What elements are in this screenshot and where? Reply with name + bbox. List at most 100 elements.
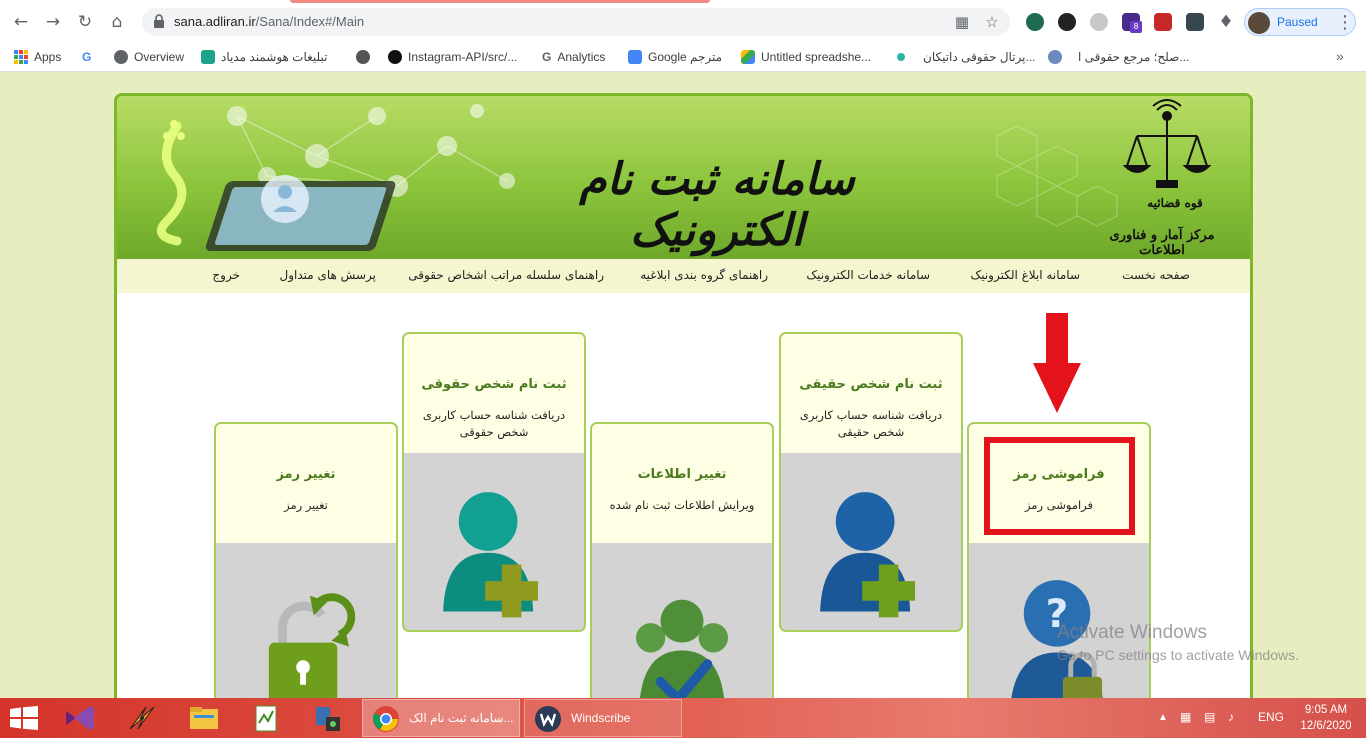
address-bar[interactable]: sana.adliran.ir/Sana/Index#/Main ▦ ☆: [142, 8, 1010, 36]
scales-icon: [1048, 50, 1062, 64]
bookmark-apps[interactable]: Apps: [14, 47, 61, 67]
nav-legal-hierarchy-guide[interactable]: راهنمای سلسله مراتب اشخاص حقوقی: [408, 268, 604, 282]
card-description: دریافت شناسه حساب کاربری شخص حقوقی: [422, 408, 566, 439]
main-nav: صفحه نخست سامانه ابلاغ الکترونیک سامانه …: [117, 259, 1250, 293]
bookmark-google[interactable]: G: [82, 47, 91, 67]
card-change-password[interactable]: تغییر رمز تغییر رمز: [214, 422, 398, 698]
url-host: sana.adliran.ir: [174, 14, 256, 29]
card-description: تغییر رمز: [284, 498, 328, 512]
bookmark-overview[interactable]: Overview: [114, 47, 184, 67]
clock-time: 9:05 AM: [1304, 704, 1348, 716]
card-description: ویرایش اطلاعات ثبت نام شده: [609, 498, 755, 512]
extension-grey-icon[interactable]: [1090, 13, 1108, 31]
card-legal-person-registration[interactable]: ثبت نام شخص حقوقی دریافت شناسه حساب کارب…: [402, 332, 586, 632]
seal-center-text: مرکز آمار و فناوری اطلاعات: [1109, 228, 1215, 258]
bookmark-analytics[interactable]: G Analytics: [542, 47, 605, 67]
windscribe-icon: [535, 706, 561, 732]
add-user-blue-icon: [820, 492, 916, 618]
extension-black-icon[interactable]: [1058, 13, 1076, 31]
bookmark-instagram-api[interactable]: Instagram-API/src/...: [388, 47, 517, 67]
bookmark-solh[interactable]: صلح؛ مرجع حقوقی ا...: [1048, 47, 1189, 67]
nav-faq[interactable]: پرسش های متداول: [279, 268, 376, 282]
bookmarks-bar: Apps G Overview تبلیغات هوشمند مدیاد Ins…: [0, 42, 1366, 72]
google-drive-icon: [741, 50, 755, 64]
users-check-icon: [636, 599, 728, 698]
datikan-icon: [897, 53, 905, 61]
tray-volume-icon[interactable]: ♪: [1228, 710, 1234, 724]
card-header: ثبت نام شخص حقیقی دریافت شناسه حساب کارب…: [781, 334, 961, 453]
bookmark-spreadsheet[interactable]: Untitled spreadshe...: [741, 47, 871, 67]
tray-language[interactable]: ENG: [1258, 710, 1284, 724]
card-header: تغییر اطلاعات ویرایش اطلاعات ثبت نام شده: [592, 424, 772, 543]
card-natural-person-registration[interactable]: ثبت نام شخص حقیقی دریافت شناسه حساب کارب…: [779, 332, 963, 632]
bookmark-translate[interactable]: Google مترجم: [628, 47, 722, 67]
activate-windows-title: Activate Windows: [1057, 622, 1207, 643]
question-lock-user-icon: ?: [1011, 580, 1103, 698]
nav-e-notice[interactable]: سامانه ابلاغ الکترونیک: [970, 268, 1080, 282]
url-text: sana.adliran.ir/Sana/Index#/Main: [174, 14, 364, 29]
windows-start-icon[interactable]: [10, 706, 38, 730]
seal-judiciary-text: قوه قضائیه: [1147, 196, 1203, 210]
extension-purple-icon[interactable]: 8: [1122, 13, 1142, 33]
card-edit-information[interactable]: تغییر اطلاعات ویرایش اطلاعات ثبت نام شده: [590, 422, 774, 698]
taskbar-windscribe-window[interactable]: Windscribe: [524, 699, 682, 737]
forward-icon[interactable]: →: [41, 10, 65, 34]
clock-date: 12/6/2020: [1300, 720, 1352, 732]
reload-icon[interactable]: ↻: [73, 10, 97, 34]
extension-red-icon[interactable]: [1154, 13, 1172, 31]
home-icon[interactable]: ⌂: [105, 10, 129, 34]
url-path: /Sana/Index#/Main: [255, 14, 365, 29]
taskbar-task-label: Windscribe: [571, 711, 631, 725]
nav-logout[interactable]: خروج: [212, 268, 240, 282]
banner-title: سامانه ثبت نام الکترونیک: [579, 154, 855, 256]
google-icon: G: [542, 50, 552, 64]
more-bookmarks-icon[interactable]: »: [1336, 48, 1344, 64]
add-user-teal-icon: [443, 492, 539, 618]
bookmark-star-icon[interactable]: ☆: [984, 14, 1000, 30]
visual-studio-icon[interactable]: [64, 703, 96, 733]
highlight-box: [984, 437, 1135, 535]
taskbar-task-label: سامانه ثبت نام الک...: [409, 711, 514, 725]
taskbar-chrome-window[interactable]: سامانه ثبت نام الک...: [362, 699, 520, 737]
card-description: دریافت شناسه حساب کاربری شخص حقیقی: [799, 408, 943, 439]
winamp-icon[interactable]: [126, 703, 158, 733]
extension-m-icon[interactable]: [1186, 13, 1204, 31]
bookmark-label: پرتال حقوقی داتیکان...: [923, 50, 1036, 64]
extension-green-icon[interactable]: [1026, 13, 1044, 31]
browser-menu-icon[interactable]: ⋮: [1336, 12, 1354, 33]
tray-overflow-icon[interactable]: ▲: [1158, 712, 1168, 723]
bookmark-label: Instagram-API/src/...: [408, 50, 518, 64]
apps-grid-icon: [14, 50, 28, 64]
github-icon: [388, 50, 402, 64]
card-title: ثبت نام شخص حقوقی: [421, 377, 567, 392]
card-title: تغییر رمز: [276, 467, 336, 482]
bookmark-label: Untitled spreadshe...: [761, 50, 872, 64]
card-title: تغییر اطلاعات: [637, 467, 727, 482]
bookmark-label: Analytics: [557, 50, 606, 64]
tray-network-icon[interactable]: ▦: [1180, 710, 1191, 724]
page-viewport: سامانه ثبت نام الکترونیک قوه قضائیه مرکز…: [0, 72, 1366, 698]
card-title: ثبت نام شخص حقیقی: [799, 377, 943, 392]
bookmark-globe[interactable]: [356, 47, 370, 67]
tray-signal-icon[interactable]: ▤: [1204, 710, 1215, 724]
bookmark-mediad[interactable]: تبلیغات هوشمند مدیاد: [201, 47, 327, 67]
network-lock-icon[interactable]: [312, 703, 344, 733]
notepad-plus-icon[interactable]: [250, 703, 282, 733]
bookmark-label: Apps: [34, 50, 62, 64]
globe-icon: [356, 50, 370, 64]
site-banner: سامانه ثبت نام الکترونیک قوه قضائیه مرکز…: [117, 96, 1250, 259]
chrome-icon: [373, 706, 399, 732]
bookmark-datikan[interactable]: پرتال حقوقی داتیکان...: [897, 47, 1036, 67]
back-icon[interactable]: ←: [9, 10, 33, 34]
nav-home[interactable]: صفحه نخست: [1122, 268, 1190, 282]
taskbar-clock[interactable]: 9:05 AM 12/6/2020: [1290, 702, 1362, 734]
mediad-icon: [201, 50, 215, 64]
extensions-puzzle-icon[interactable]: ♦: [1214, 10, 1238, 34]
bookmark-label: تبلیغات هوشمند مدیاد: [221, 50, 328, 64]
file-explorer-icon[interactable]: [188, 703, 220, 733]
bookmark-label: Overview: [134, 50, 185, 64]
translate-icon[interactable]: ▦: [954, 14, 970, 30]
nav-notice-grouping-guide[interactable]: راهنمای گروه بندی ابلاغیه: [640, 268, 768, 282]
overview-icon: [114, 50, 128, 64]
nav-e-services[interactable]: سامانه خدمات الکترونیک: [806, 268, 930, 282]
